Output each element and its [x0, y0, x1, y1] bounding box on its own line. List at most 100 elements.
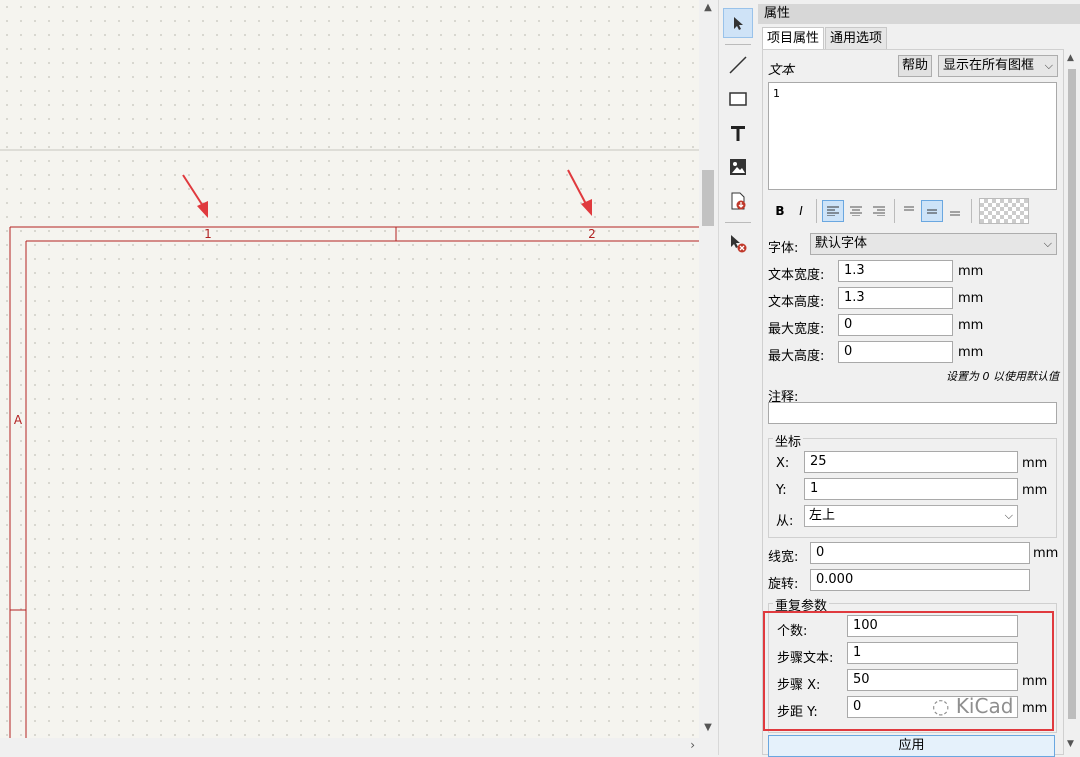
- scroll-thumb[interactable]: [702, 170, 714, 226]
- line-width-unit: mm: [1033, 546, 1059, 561]
- cursor-delete-icon: [731, 235, 747, 253]
- toolbar-separator: [725, 44, 751, 45]
- font-select[interactable]: 默认字体 ⌵: [810, 233, 1057, 255]
- align-left-icon: [827, 206, 839, 216]
- column-label-1: 1: [204, 227, 212, 241]
- apply-button[interactable]: 应用: [768, 735, 1055, 757]
- select-tool-button[interactable]: [723, 8, 753, 38]
- image-icon: [730, 159, 746, 175]
- align-left-button[interactable]: [822, 200, 844, 222]
- font-value: 默认字体: [815, 236, 868, 251]
- valign-middle-button[interactable]: [921, 200, 943, 222]
- add-text-button[interactable]: [723, 118, 753, 148]
- coordinates-title: 坐标: [773, 431, 804, 450]
- max-width-input[interactable]: 0: [838, 314, 953, 336]
- valign-bottom-button[interactable]: [944, 200, 966, 222]
- line-icon: [729, 56, 747, 74]
- scroll-down-icon[interactable]: ▼: [1067, 739, 1074, 749]
- y-label: Y:: [776, 483, 787, 498]
- frame-display-value: 显示在所有图框: [943, 58, 1035, 73]
- canvas-vertical-scrollbar[interactable]: ▲ ▼: [699, 0, 717, 738]
- valign-top-button[interactable]: [898, 200, 920, 222]
- chevron-down-icon: ⌵: [1004, 509, 1013, 522]
- max-width-label: 最大宽度:: [768, 322, 825, 337]
- valign-top-icon: [904, 206, 914, 211]
- scroll-right-icon[interactable]: ›: [690, 738, 695, 752]
- color-swatch[interactable]: [979, 198, 1029, 224]
- help-button[interactable]: 帮助: [898, 55, 932, 77]
- from-value: 左上: [809, 508, 836, 523]
- drawing-sheet: 1 2 A: [0, 149, 699, 738]
- valign-bottom-icon: [950, 211, 960, 216]
- x-input[interactable]: 25: [804, 451, 1018, 473]
- panel-scrollbar[interactable]: ▲ ▼: [1064, 49, 1080, 755]
- line-width-input[interactable]: 0: [810, 542, 1030, 564]
- annotation-arrow-1: [182, 174, 208, 218]
- from-select[interactable]: 左上 ⌵: [804, 505, 1018, 527]
- import-document-icon: [731, 192, 746, 210]
- text-height-unit: mm: [958, 291, 984, 306]
- font-label: 字体:: [768, 241, 799, 256]
- text-width-unit: mm: [958, 264, 984, 279]
- import-sheet-button[interactable]: [723, 186, 753, 216]
- x-unit: mm: [1022, 456, 1048, 471]
- column-label-2: 2: [588, 227, 596, 241]
- panel-scroll-thumb[interactable]: [1068, 69, 1076, 719]
- valign-middle-icon: [927, 209, 937, 214]
- x-label: X:: [776, 456, 790, 471]
- chevron-down-icon: ⌵: [1043, 237, 1052, 250]
- text-width-input[interactable]: 1.3: [838, 260, 953, 282]
- align-right-icon: [873, 206, 885, 216]
- max-width-unit: mm: [958, 318, 984, 333]
- rotation-label: 旋转:: [768, 577, 799, 592]
- watermark: ◌ KiCad: [932, 694, 1013, 718]
- panel-title: 属性: [758, 4, 1080, 24]
- comment-input[interactable]: [768, 402, 1057, 424]
- tab-item-properties[interactable]: 项目属性: [762, 27, 825, 49]
- line-width-label: 线宽:: [768, 550, 799, 565]
- max-height-input[interactable]: 0: [838, 341, 953, 363]
- text-height-label: 文本高度:: [768, 295, 825, 310]
- cursor-arrow-icon: [734, 17, 743, 30]
- max-height-unit: mm: [958, 345, 984, 360]
- tab-general-options[interactable]: 通用选项: [825, 27, 888, 49]
- draw-rectangle-button[interactable]: [723, 84, 753, 114]
- bold-button[interactable]: B: [769, 200, 791, 222]
- from-label: 从:: [776, 514, 794, 529]
- format-separator: [971, 199, 972, 223]
- add-image-button[interactable]: [723, 152, 753, 182]
- toolbar-separator: [725, 222, 751, 223]
- rotation-input[interactable]: 0.000: [810, 569, 1030, 591]
- watermark-text: KiCad: [955, 694, 1014, 718]
- default-hint: 设置为 0 以使用默认值: [946, 370, 1059, 383]
- y-unit: mm: [1022, 483, 1048, 498]
- canvas-horizontal-scrollbar[interactable]: ›: [0, 738, 717, 755]
- italic-button[interactable]: I: [790, 200, 812, 222]
- y-input[interactable]: 1: [804, 478, 1018, 500]
- delete-tool-button[interactable]: [723, 228, 753, 258]
- scroll-up-icon[interactable]: ▲: [699, 2, 717, 13]
- text-content-area[interactable]: 1: [768, 82, 1057, 190]
- rectangle-icon: [729, 92, 747, 106]
- frame-display-select[interactable]: 显示在所有图框 ⌵: [938, 55, 1058, 77]
- text-width-label: 文本宽度:: [768, 268, 825, 283]
- format-separator: [816, 199, 817, 223]
- scroll-up-icon[interactable]: ▲: [1067, 53, 1074, 63]
- align-right-button[interactable]: [868, 200, 890, 222]
- annotation-arrow-2: [567, 169, 592, 216]
- text-t-icon: [731, 126, 745, 141]
- drawing-canvas[interactable]: 1 2 A: [0, 0, 700, 738]
- panel-tabs: 项目属性 通用选项: [762, 27, 888, 49]
- max-height-label: 最大高度:: [768, 349, 825, 364]
- align-center-icon: [850, 206, 862, 216]
- wechat-icon: ◌: [932, 694, 950, 718]
- format-separator: [894, 199, 895, 223]
- text-label: 文本: [768, 63, 795, 78]
- chevron-down-icon: ⌵: [1044, 59, 1053, 72]
- draw-line-button[interactable]: [723, 50, 753, 80]
- align-center-button[interactable]: [845, 200, 867, 222]
- row-label-a: A: [14, 413, 23, 427]
- text-height-input[interactable]: 1.3: [838, 287, 953, 309]
- scroll-down-icon[interactable]: ▼: [699, 722, 717, 733]
- right-toolbar: [718, 0, 757, 755]
